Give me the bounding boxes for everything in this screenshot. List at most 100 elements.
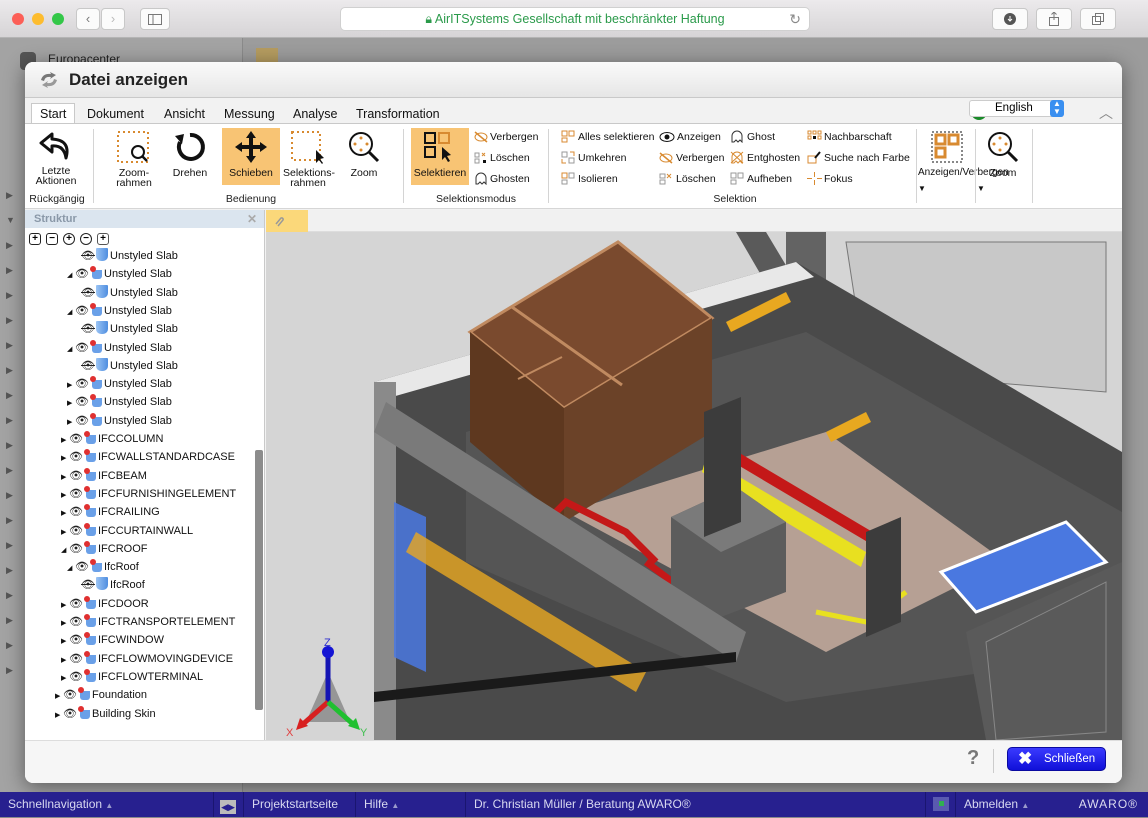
select-all-button[interactable]: Alles selektieren xyxy=(561,129,654,145)
tree-item[interactable]: ▶ 👁︎ Foundation xyxy=(55,686,147,704)
expand-icon[interactable]: + xyxy=(63,233,75,245)
tree-item[interactable]: ◢ 👁︎ Unstyled Slab xyxy=(67,302,172,320)
tree-item[interactable]: 👁︎ Unstyled Slab xyxy=(73,357,178,375)
tab-transformation[interactable]: Transformation xyxy=(348,104,448,124)
eye-icon[interactable]: 👁︎ xyxy=(69,540,83,558)
tree-item[interactable]: 👁︎ Unstyled Slab xyxy=(73,247,178,265)
select-mode-button[interactable]: Selektieren xyxy=(411,128,469,185)
tabs-overview-button[interactable] xyxy=(1080,8,1116,30)
tree-item[interactable]: ▶ 👁︎ IFCDOOR xyxy=(61,595,149,613)
collapsed-triangle-icon[interactable]: ▶ xyxy=(61,597,69,615)
eye-icon[interactable]: 👁︎ xyxy=(63,705,77,723)
hide-button[interactable]: Verbergen xyxy=(659,150,724,166)
zoom-button[interactable]: Zoom xyxy=(341,128,387,185)
tree-item[interactable]: ▶ 👁︎ IFCFLOWMOVINGDEVICE xyxy=(61,650,233,668)
tab-dokument[interactable]: Dokument xyxy=(79,104,152,124)
status-indicator[interactable] xyxy=(926,792,956,817)
collapse-icon[interactable]: − xyxy=(80,233,92,245)
eye-icon[interactable]: 👁︎ xyxy=(69,522,83,540)
selection-frame-button[interactable]: Selektions- rahmen xyxy=(283,128,335,188)
ghost-button[interactable]: Ghost xyxy=(730,129,775,145)
collapsed-triangle-icon[interactable]: ▶ xyxy=(61,469,69,487)
collapsed-triangle-icon[interactable]: ▶ xyxy=(67,414,75,432)
3d-model-viewer[interactable]: Z X Y xyxy=(266,232,1122,740)
close-button[interactable]: ✖ Schließen xyxy=(1007,747,1106,771)
dropdown-arrow-icon[interactable]: ▼ xyxy=(918,184,926,193)
collapsed-triangle-icon[interactable]: ▶ xyxy=(61,652,69,670)
collapsed-triangle-icon[interactable]: ▶ xyxy=(61,432,69,450)
rotate-button[interactable]: Drehen xyxy=(167,128,213,185)
forward-button[interactable]: › xyxy=(101,8,125,30)
tree-item[interactable]: ▶ 👁︎ IFCWINDOW xyxy=(61,631,164,649)
tree-scrollbar[interactable] xyxy=(255,450,263,710)
tree-item[interactable]: ▶ 👁︎ IFCBEAM xyxy=(61,467,147,485)
eye-hidden-icon[interactable]: 👁︎ xyxy=(81,320,95,338)
tree-item[interactable]: ◢ 👁︎ Unstyled Slab xyxy=(67,339,172,357)
eye-icon[interactable]: 👁︎ xyxy=(69,650,83,668)
expanded-triangle-icon[interactable]: ◢ xyxy=(67,304,75,322)
isolate-button[interactable]: Isolieren xyxy=(561,171,618,187)
clear-selection-button[interactable]: Aufheben xyxy=(730,171,792,187)
viewer-tab[interactable] xyxy=(266,210,308,232)
show-hide-dropdown[interactable]: Anzeigen/Verbergen xyxy=(918,128,1009,185)
eye-hidden-icon[interactable]: 👁︎ xyxy=(81,284,95,302)
eye-icon[interactable]: 👁︎ xyxy=(75,265,89,283)
fit-icon[interactable]: + xyxy=(97,233,109,245)
eye-icon[interactable]: 👁︎ xyxy=(69,613,83,631)
tree-item[interactable]: 👁︎ Unstyled Slab xyxy=(73,320,178,338)
eye-icon[interactable]: 👁︎ xyxy=(69,631,83,649)
tree-item[interactable]: ▶ 👁︎ IFCWALLSTANDARDCASE xyxy=(61,448,235,466)
minimize-window-button[interactable] xyxy=(32,13,44,25)
help-button[interactable]: ? xyxy=(967,747,979,770)
eye-icon[interactable]: 👁︎ xyxy=(75,375,89,393)
expand-all-icon[interactable]: + xyxy=(29,233,41,245)
invert-selection-button[interactable]: Umkehren xyxy=(561,150,626,166)
reload-button[interactable]: ↻ xyxy=(789,8,801,31)
eye-hidden-icon[interactable]: 👁︎ xyxy=(81,576,95,594)
expanded-triangle-icon[interactable]: ◢ xyxy=(61,542,69,560)
tree-item[interactable]: ▶ 👁︎ Unstyled Slab xyxy=(67,375,172,393)
mode-delete-button[interactable]: Löschen xyxy=(474,150,530,166)
dropdown-arrow-icon[interactable]: ▼ xyxy=(977,184,985,193)
collapsed-triangle-icon[interactable]: ▶ xyxy=(61,524,69,542)
eye-icon[interactable]: 👁︎ xyxy=(75,302,89,320)
unghost-button[interactable]: Entghosten xyxy=(730,150,800,166)
tab-ansicht[interactable]: Ansicht xyxy=(156,104,213,124)
tree-item[interactable]: ▶ 👁︎ IFCCOLUMN xyxy=(61,430,163,448)
tree-item[interactable]: ◢ 👁︎ IFCROOF xyxy=(61,540,148,558)
tree-item[interactable]: ▶ 👁︎ IFCCURTAINWALL xyxy=(61,522,193,540)
back-button[interactable]: ‹ xyxy=(76,8,100,30)
show-button[interactable]: Anzeigen xyxy=(659,129,721,145)
sidebar-toggle-button[interactable] xyxy=(140,8,170,30)
expanded-triangle-icon[interactable]: ◢ xyxy=(67,341,75,359)
tree-item[interactable]: ▶ 👁︎ Unstyled Slab xyxy=(67,412,172,430)
tree-item[interactable]: ▶ 👁︎ IFCFURNISHINGELEMENT xyxy=(61,485,236,503)
eye-icon[interactable]: 👁︎ xyxy=(75,558,89,576)
zoom-frame-button[interactable]: Zoom- rahmen xyxy=(111,128,157,188)
eye-icon[interactable]: 👁︎ xyxy=(69,485,83,503)
tree-item[interactable]: ▶ 👁︎ Building Skin xyxy=(55,705,156,723)
tree-item[interactable]: ▶ 👁︎ IFCRAILING xyxy=(61,503,160,521)
delete-button[interactable]: Löschen xyxy=(659,171,716,187)
tree-item[interactable]: ◢ 👁︎ Unstyled Slab xyxy=(67,265,172,283)
collapse-all-icon[interactable]: − xyxy=(46,233,58,245)
eye-icon[interactable]: 👁︎ xyxy=(69,430,83,448)
collapsed-triangle-icon[interactable]: ▶ xyxy=(61,633,69,651)
search-by-color-button[interactable]: Suche nach Farbe xyxy=(807,150,910,166)
eye-icon[interactable]: 👁︎ xyxy=(75,412,89,430)
eye-icon[interactable]: 👁︎ xyxy=(69,467,83,485)
neighborhood-button[interactable]: Nachbarschaft xyxy=(807,129,892,145)
close-icon[interactable]: ✕ xyxy=(247,212,257,226)
expanded-triangle-icon[interactable]: ◢ xyxy=(67,267,75,285)
tree-item[interactable]: ▶ 👁︎ IFCFLOWTERMINAL xyxy=(61,668,203,686)
collapsed-triangle-icon[interactable]: ▶ xyxy=(61,487,69,505)
tab-analyse[interactable]: Analyse xyxy=(285,104,345,124)
close-window-button[interactable] xyxy=(12,13,24,25)
eye-icon[interactable]: 👁︎ xyxy=(75,393,89,411)
eye-icon[interactable]: 👁︎ xyxy=(75,339,89,357)
expanded-triangle-icon[interactable]: ◢ xyxy=(67,560,75,578)
pan-button[interactable]: Schieben xyxy=(222,128,280,185)
collapsed-triangle-icon[interactable]: ▶ xyxy=(61,450,69,468)
eye-icon[interactable]: 👁︎ xyxy=(63,686,77,704)
mode-hide-button[interactable]: Verbergen xyxy=(474,129,538,145)
